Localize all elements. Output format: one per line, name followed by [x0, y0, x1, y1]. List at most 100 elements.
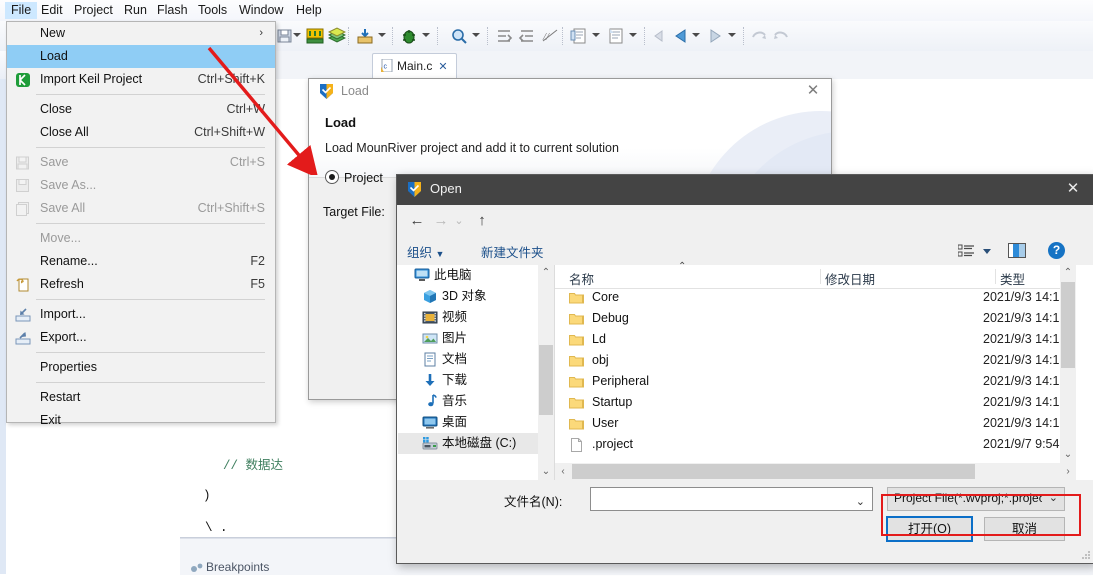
organize-button[interactable]: 组织 ▼ — [407, 242, 444, 261]
nav-item[interactable]: 文档 — [398, 349, 538, 370]
nav-item[interactable]: 下载 — [398, 370, 538, 391]
filename-label: 文件名(N): — [504, 495, 563, 509]
save-as-icon — [15, 178, 31, 194]
menu-item-shortcut: Ctrl+Shift+S — [197, 201, 265, 215]
hscroll-left-icon[interactable]: ‹ — [555, 463, 571, 480]
load-close-icon[interactable]: ✕ — [805, 83, 821, 99]
list-scroll-up-icon[interactable]: ⌃ — [1060, 265, 1076, 281]
list-scroll-thumb[interactable] — [1061, 282, 1075, 368]
toolbar-debug-icon[interactable] — [400, 27, 418, 45]
file-row[interactable]: Ld2021/9/3 14:15文件夹 — [555, 330, 1076, 351]
editor-tab-main-c[interactable]: c Main.c ✕ — [372, 53, 457, 78]
file-row[interactable]: Peripheral2021/9/3 14:15文件夹 — [555, 372, 1076, 393]
menu-item-export[interactable]: Export... — [7, 326, 275, 349]
menu-item-refresh[interactable]: Refresh F5 — [7, 273, 275, 296]
help-icon[interactable]: ? — [1048, 242, 1065, 259]
open-close-icon[interactable]: ✕ — [1064, 180, 1082, 198]
back-icon[interactable]: ← — [407, 211, 427, 231]
monitor-icon — [414, 268, 430, 283]
toolbar-download-icon[interactable] — [356, 27, 374, 45]
menu-item-label: Load — [40, 49, 68, 63]
nav-scroll-up-icon[interactable]: ⌃ — [538, 265, 554, 281]
toolbar-back-icon[interactable] — [672, 27, 690, 45]
toolbar-open-decl-dropdown-icon[interactable] — [592, 33, 600, 37]
nav-scroll-thumb[interactable] — [539, 345, 553, 415]
toolbar-search-icon[interactable] — [450, 27, 468, 45]
toolbar-search-dropdown-icon[interactable] — [472, 33, 480, 37]
nav-item[interactable]: 图片 — [398, 328, 538, 349]
toolbar-save-dropdown-icon[interactable] — [293, 33, 301, 37]
view-dropdown-icon[interactable] — [983, 249, 991, 254]
toolbar-download-dropdown-icon[interactable] — [378, 33, 386, 37]
toolbar-prev-annotation-icon[interactable] — [518, 27, 536, 45]
recent-locations-icon[interactable]: ⌄ — [453, 211, 465, 231]
view-layout-icon[interactable] — [957, 244, 975, 258]
column-type[interactable]: 类型 — [1000, 269, 1025, 288]
menu-item-properties[interactable]: Properties — [7, 356, 275, 379]
load-dialog-header: Load Load MounRiver project and add it t… — [309, 105, 831, 178]
column-date[interactable]: 修改日期 — [825, 269, 875, 288]
file-row[interactable]: Debug2021/9/3 14:15文件夹 — [555, 309, 1076, 330]
menu-item-restart[interactable]: Restart — [7, 386, 275, 409]
toolbar-forward-icon[interactable] — [706, 27, 724, 45]
menu-item-label: New — [40, 26, 66, 40]
hscroll-thumb[interactable] — [572, 464, 975, 479]
toolbar-open-declaration-icon[interactable] — [570, 27, 588, 45]
toolbar-back-dropdown-icon[interactable] — [692, 33, 700, 37]
nav-scroll-down-icon[interactable]: ⌄ — [538, 464, 554, 480]
file-row[interactable]: Startup2021/9/3 14:15文件夹 — [555, 393, 1076, 414]
folder-icon — [569, 396, 584, 410]
toolbar-skip-breakpoints-icon[interactable]: // — [541, 27, 559, 45]
toolbar-library-icon[interactable] — [327, 27, 347, 45]
toolbar-open-type-dropdown-icon[interactable] — [629, 33, 637, 37]
hscroll-right-icon[interactable]: › — [1060, 463, 1076, 480]
nav-item[interactable]: 本地磁盘 (C:) — [398, 433, 538, 454]
file-list-scrollbar[interactable]: ⌃ ⌄ — [1060, 265, 1076, 463]
radio-project[interactable]: Project — [325, 170, 383, 185]
nav-pane-scrollbar[interactable]: ⌃ ⌄ — [538, 265, 554, 480]
filename-dropdown-icon[interactable]: ⌄ — [856, 495, 865, 508]
menu-item-exit[interactable]: Exit — [7, 409, 275, 432]
radio-project-label: Project — [344, 171, 383, 185]
keil-icon — [15, 72, 31, 88]
nav-item-label: 视频 — [442, 310, 468, 324]
nav-item[interactable]: 视频 — [398, 307, 538, 328]
file-row[interactable]: User2021/9/3 14:15文件夹 — [555, 414, 1076, 435]
toolbar-next-annotation-icon[interactable] — [495, 27, 513, 45]
toolbar-open-type-icon[interactable] — [607, 27, 625, 45]
toolbar-forward-dropdown-icon[interactable] — [728, 33, 736, 37]
nav-item[interactable]: 音乐 — [398, 391, 538, 412]
nav-item[interactable]: 此电脑 — [398, 265, 538, 286]
filename-input[interactable]: ⌄ — [590, 487, 873, 511]
file-name: .project — [592, 437, 633, 451]
toolbar-debug-dropdown-icon[interactable] — [422, 33, 430, 37]
menu-item-import[interactable]: Import... — [7, 303, 275, 326]
folder-icon — [569, 333, 584, 347]
file-icon — [569, 438, 584, 452]
menu-separator — [36, 382, 265, 383]
up-icon[interactable]: ↑ — [472, 211, 492, 231]
nav-item[interactable]: 桌面 — [398, 412, 538, 433]
file-list-hscrollbar[interactable]: ‹ › — [555, 463, 1076, 480]
column-name[interactable]: 名称 — [569, 269, 594, 288]
svg-text:c: c — [384, 64, 388, 71]
nav-item-label: 本地磁盘 (C:) — [442, 436, 517, 450]
menu-item-save-as: Save As... — [7, 174, 275, 197]
forward-icon: → — [433, 212, 449, 229]
folder-icon — [569, 354, 584, 368]
resize-grip-icon[interactable] — [1081, 549, 1091, 559]
file-row[interactable]: .project2021/9/7 9:54PROJECT 文件 — [555, 435, 1076, 456]
preview-pane-icon[interactable] — [1008, 243, 1026, 258]
breakpoints-tab-label[interactable]: Breakpoints — [206, 560, 269, 574]
nav-item-label: 此电脑 — [434, 268, 472, 282]
nav-item[interactable]: 3D 对象 — [398, 286, 538, 307]
menu-item-rename[interactable]: Rename... F2 — [7, 250, 275, 273]
file-row[interactable]: obj2021/9/3 14:15文件夹 — [555, 351, 1076, 372]
new-folder-button[interactable]: 新建文件夹 — [481, 242, 544, 261]
list-scroll-down-icon[interactable]: ⌄ — [1060, 447, 1076, 463]
file-row[interactable]: Core2021/9/3 14:15文件夹 — [555, 288, 1076, 309]
menu-item-label: Save All — [40, 201, 86, 215]
open-dialog-titlebar: Open ✕ — [397, 175, 1093, 205]
editor-tab-close-icon[interactable]: ✕ — [438, 61, 447, 73]
file-row-partial[interactable] — [555, 456, 1076, 460]
